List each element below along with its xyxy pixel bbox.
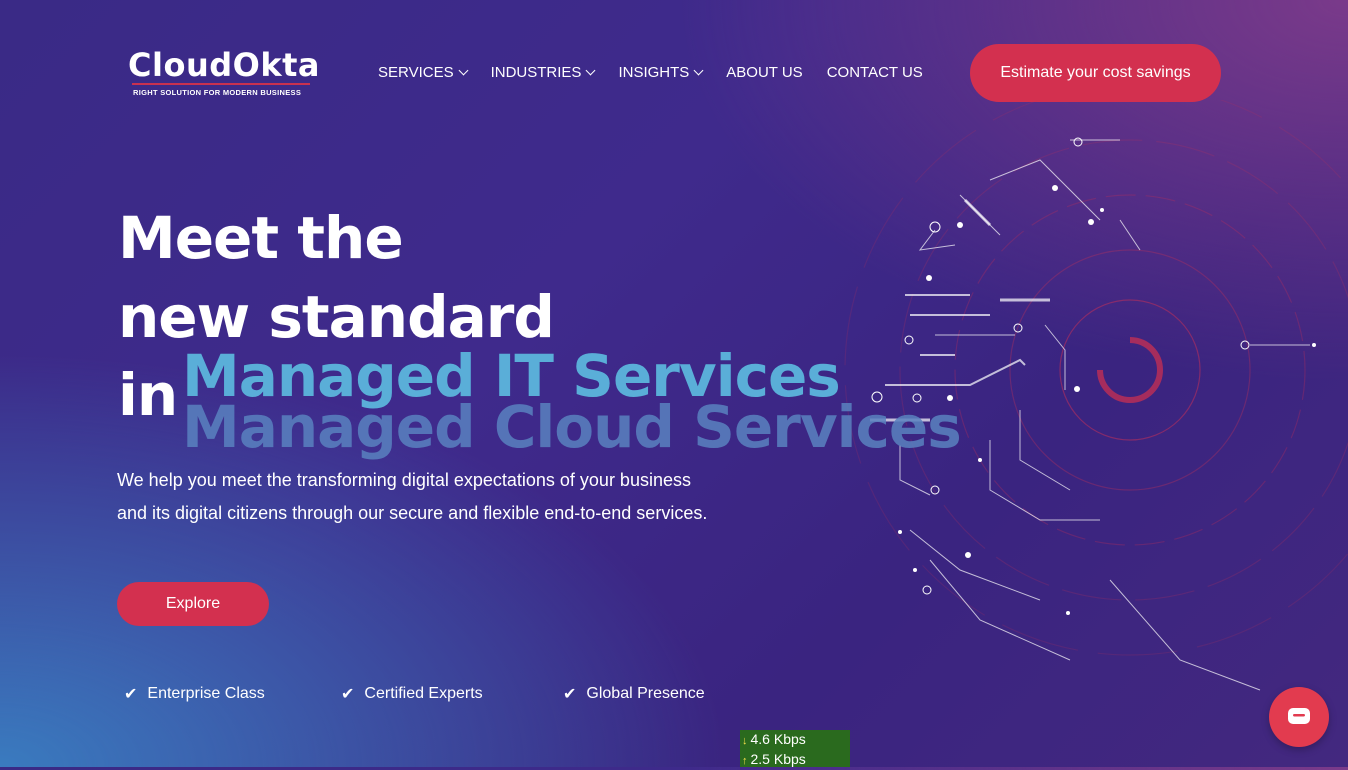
feature-label: Certified Experts <box>364 685 483 702</box>
estimate-savings-button[interactable]: Estimate your cost savings <box>970 44 1221 102</box>
nav-services-label: SERVICES <box>378 64 454 81</box>
hero-line-1: Meet the <box>118 204 404 272</box>
nav-contact-label: CONTACT US <box>826 64 923 81</box>
download-speed: ↓ 4.6 Kbps <box>740 730 850 750</box>
nav-about-us[interactable]: ABOUT US <box>726 64 802 81</box>
nav-about-label: ABOUT US <box>726 64 803 81</box>
logo-tagline: RIGHT SOLUTION FOR MODERN BUSINESS <box>133 88 302 97</box>
feature-certified-experts: ✔ Certified Experts <box>341 684 483 704</box>
nav-insights-label: INSIGHTS <box>618 64 690 81</box>
download-speed-value: 4.6 Kbps <box>750 731 806 747</box>
feature-global-presence: ✔ Global Presence <box>563 684 705 704</box>
main-nav: SERVICES INDUSTRIES INSIGHTS ABOUT US CO… <box>378 64 947 81</box>
nav-insights[interactable]: INSIGHTS <box>618 64 704 81</box>
upload-speed-value: 2.5 Kbps <box>750 751 806 767</box>
explore-button[interactable]: Explore <box>117 582 269 626</box>
feature-label: Global Presence <box>586 685 705 702</box>
checkmark-icon: ✔ <box>341 686 355 703</box>
rotating-text-it-services: Managed IT Services <box>182 342 841 410</box>
upload-speed: ↑ 2.5 Kbps <box>740 750 850 770</box>
checkmark-icon: ✔ <box>124 686 138 703</box>
hero-line-2: new standard <box>118 283 555 351</box>
chat-icon <box>1288 708 1310 724</box>
arrow-down-icon: ↓ <box>742 735 748 747</box>
arrow-up-icon: ↑ <box>742 755 748 767</box>
chat-widget-button[interactable] <box>1269 687 1329 747</box>
chevron-down-icon <box>693 65 704 76</box>
checkmark-icon: ✔ <box>563 686 577 703</box>
nav-industries[interactable]: INDUSTRIES <box>490 64 596 81</box>
feature-enterprise-class: ✔ Enterprise Class <box>124 684 265 704</box>
brand-logo[interactable]: CloudOkta RIGHT SOLUTION FOR MODERN BUSI… <box>128 46 320 97</box>
nav-industries-label: INDUSTRIES <box>490 64 582 81</box>
chevron-down-icon <box>585 65 596 76</box>
hero-line-3-prefix: in <box>118 361 178 429</box>
hero-description: We help you meet the transforming digita… <box>117 470 708 523</box>
nav-contact-us[interactable]: CONTACT US <box>827 64 923 81</box>
nav-services[interactable]: SERVICES <box>378 64 469 81</box>
logo-title: CloudOkta <box>128 46 320 84</box>
chevron-down-icon <box>458 65 469 76</box>
feature-label: Enterprise Class <box>147 685 265 702</box>
network-speed-meter: ↓ 4.6 Kbps ↑ 2.5 Kbps <box>740 730 850 767</box>
logo-underline <box>132 83 310 85</box>
